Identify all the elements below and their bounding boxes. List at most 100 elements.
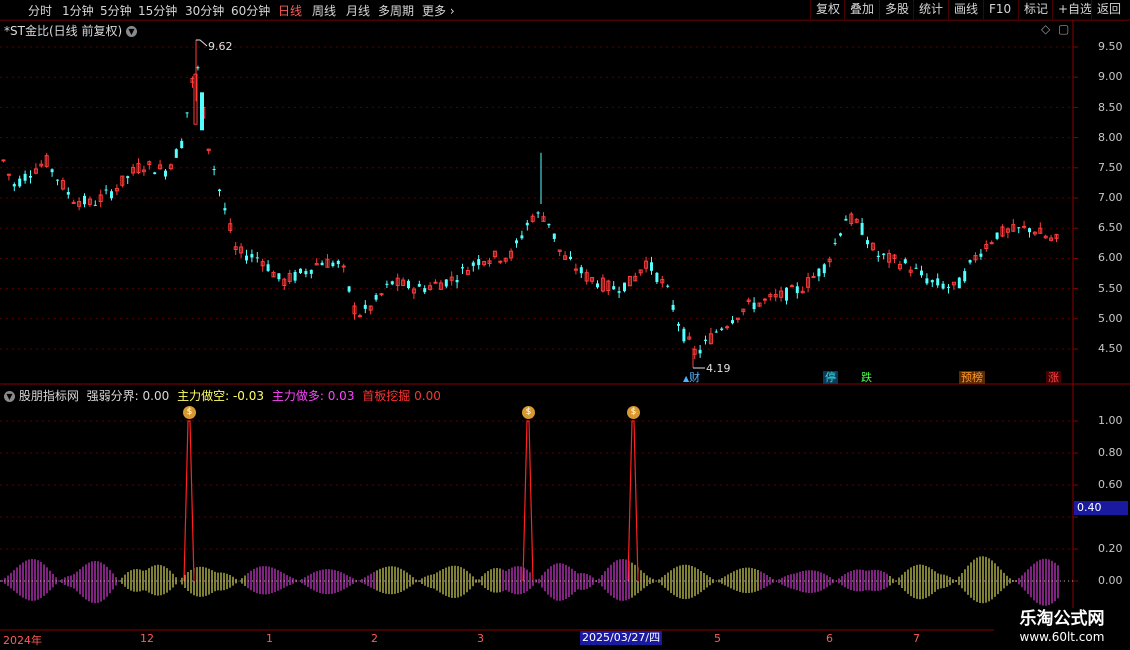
ind-value-2: 0.03 <box>327 389 355 403</box>
price-tick: 8.50 <box>1098 101 1123 114</box>
candle-body <box>352 305 357 315</box>
tf-monthly[interactable]: 月线 <box>346 2 370 19</box>
candle-body <box>29 175 32 178</box>
candle-body <box>347 286 351 292</box>
candle-body <box>822 264 826 274</box>
duogu-button[interactable]: 多股 <box>879 0 914 19</box>
fuquan-button[interactable]: 复权 <box>810 0 845 19</box>
candle-body <box>584 272 589 282</box>
candle-body <box>1043 235 1048 239</box>
tf-more[interactable]: 更多 › <box>422 2 455 19</box>
candle-body <box>87 198 92 205</box>
candle-body <box>260 261 265 267</box>
tf-fenshi[interactable]: 分时 <box>28 2 52 19</box>
tf-60min[interactable]: 60分钟 <box>231 2 270 19</box>
tf-multi[interactable]: 多周期 <box>378 2 414 19</box>
price-tick: 4.50 <box>1098 342 1123 355</box>
candle-body <box>212 169 216 171</box>
candle-body <box>368 305 373 311</box>
candle-body <box>936 278 940 286</box>
candle-body <box>1054 233 1059 239</box>
candle-body <box>336 260 340 265</box>
candle-body <box>465 270 470 275</box>
candle-body <box>196 67 200 69</box>
candle-body <box>168 164 173 170</box>
ind-value-0: 0.00 <box>142 389 170 403</box>
huaxian-button[interactable]: 画线 <box>948 0 983 19</box>
event-tag-die[interactable]: 跌 <box>859 371 874 384</box>
candle-body <box>596 283 599 288</box>
candle-body <box>623 282 626 292</box>
candle-body <box>800 290 805 294</box>
date-label: 6 <box>826 632 833 645</box>
candle-body <box>363 304 367 309</box>
date-label: 7 <box>913 632 920 645</box>
candle-body <box>331 262 335 267</box>
candle-body <box>71 201 76 205</box>
chevron-down-icon[interactable]: ▼ <box>125 26 137 37</box>
candle-body <box>1005 228 1010 233</box>
candle-body <box>638 269 643 274</box>
candle-body <box>817 268 821 277</box>
candle-body <box>704 339 707 341</box>
candle-body <box>114 187 119 192</box>
biaoji-button[interactable]: 标记 <box>1018 0 1053 19</box>
candle-body <box>1000 226 1005 237</box>
event-tag-ting[interactable]: 停 <box>823 371 838 384</box>
candle-body <box>141 169 146 173</box>
tf-daily[interactable]: 日线 <box>278 2 302 19</box>
back-button[interactable]: 返回 <box>1091 0 1126 19</box>
candle-body <box>957 277 961 289</box>
chart-area[interactable] <box>0 0 1130 650</box>
candle-body <box>18 178 22 187</box>
candle-body <box>33 168 38 174</box>
tf-weekly[interactable]: 周线 <box>312 2 336 19</box>
candle-body <box>590 276 595 282</box>
candle-body <box>218 189 221 191</box>
watermark: 乐淘公式网 www.60lt.com <box>994 608 1130 650</box>
candle-body <box>23 173 27 181</box>
candle-body <box>444 279 448 287</box>
candle-body <box>762 298 767 301</box>
event-tag-yubang[interactable]: 预榜 <box>959 371 985 384</box>
candle-body <box>849 213 854 225</box>
tf-30min[interactable]: 30分钟 <box>185 2 224 19</box>
chevron-down-icon[interactable]: ▼ <box>4 391 15 402</box>
candle-body <box>714 331 718 333</box>
diamond-icon[interactable]: ◇ <box>1041 22 1050 36</box>
candle-body <box>698 349 702 354</box>
candle-body <box>725 326 730 329</box>
tf-1min[interactable]: 1分钟 <box>62 2 94 19</box>
spike-line <box>627 420 639 582</box>
candle-body <box>357 315 362 318</box>
ind-tick: 1.00 <box>1098 414 1123 427</box>
candle-body <box>287 272 292 282</box>
candle-body <box>136 163 141 173</box>
expand-icon[interactable]: ▢ <box>1058 22 1069 36</box>
tongji-button[interactable]: 统计 <box>913 0 948 19</box>
candle-body <box>811 276 816 279</box>
tf-15min[interactable]: 15分钟 <box>138 2 177 19</box>
ind-tick: 0.60 <box>1098 478 1123 491</box>
candle-body <box>779 290 784 298</box>
candle-body <box>98 194 103 203</box>
candle-body <box>914 267 918 269</box>
candle-body <box>908 269 913 273</box>
candle-body <box>1 159 6 162</box>
candle-body <box>304 271 308 275</box>
candle-body <box>687 336 692 340</box>
candle-body <box>200 92 204 131</box>
candle-body <box>433 281 438 284</box>
event-tag-cai[interactable]: ▲财 <box>681 371 702 385</box>
event-tag-zhang[interactable]: 涨 <box>1046 371 1061 384</box>
date-label: 2024年 <box>3 634 42 647</box>
candle-body <box>536 212 540 214</box>
price-tick: 9.00 <box>1098 70 1123 83</box>
diejia-button[interactable]: 叠加 <box>844 0 879 19</box>
ind-value-1: -0.03 <box>232 389 265 403</box>
tf-5min[interactable]: 5分钟 <box>100 2 132 19</box>
candle-body <box>428 285 433 290</box>
ind-tick: 0.00 <box>1098 574 1123 587</box>
candle-body <box>147 161 152 166</box>
f10-button[interactable]: F10 <box>983 0 1016 19</box>
